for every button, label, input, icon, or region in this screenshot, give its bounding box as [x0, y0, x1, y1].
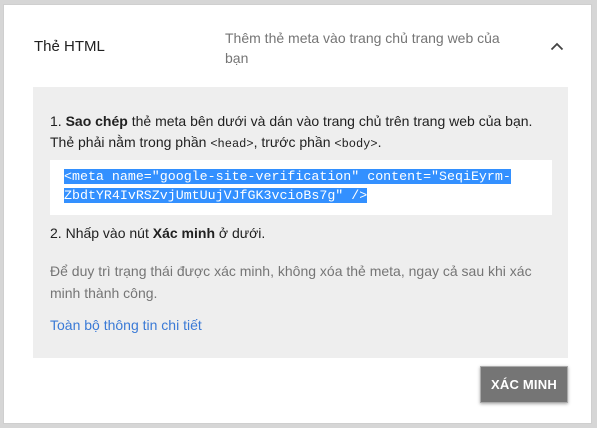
step-2-number: 2.: [50, 225, 62, 241]
method-description: Thêm thẻ meta vào trang chủ trang web củ…: [225, 30, 500, 66]
verify-button[interactable]: XÁC MINH: [480, 366, 568, 403]
step-1-text-b: , trước phần: [253, 134, 335, 150]
step-2-text-a: Nhấp vào nút: [61, 225, 153, 241]
step-1-bold: Sao chép: [65, 113, 128, 129]
meta-tag-line-2: ZbdtYR4IvRSZvjUmtUujVJfGK3vcioBs7g" />: [64, 188, 368, 203]
meta-tag-code-box[interactable]: <meta name="google-site-verification" co…: [50, 160, 552, 215]
collapse-button[interactable]: [546, 35, 568, 57]
meta-tag-code[interactable]: <meta name="google-site-verification" co…: [64, 167, 546, 205]
step-2-text-b: ở dưới.: [215, 225, 266, 241]
method-header[interactable]: Thẻ HTML Thêm thẻ meta vào trang chủ tra…: [4, 5, 591, 87]
instructions-panel: 1. Sao chép thẻ meta bên dưới và dán vào…: [33, 87, 568, 358]
step-2-instruction: 2. Nhấp vào nút Xác minh ở dưới.: [50, 225, 265, 241]
verification-note: Để duy trì trạng thái được xác minh, khô…: [50, 263, 532, 301]
meta-tag-line-1: <meta name="google-site-verification" co…: [64, 169, 511, 184]
step-2-bold: Xác minh: [152, 225, 215, 241]
body-tag: <body>: [334, 137, 378, 151]
verification-method-card: Thẻ HTML Thêm thẻ meta vào trang chủ tra…: [3, 4, 592, 424]
method-title: Thẻ HTML: [34, 38, 105, 55]
chevron-up-icon: [550, 42, 564, 50]
step-1-number: 1.: [50, 113, 62, 129]
head-tag: <head>: [210, 137, 254, 151]
step-1-text-c: .: [377, 134, 382, 150]
step-1-instruction: 1. Sao chép thẻ meta bên dưới và dán vào…: [50, 111, 555, 155]
full-details-link[interactable]: Toàn bộ thông tin chi tiết: [50, 317, 202, 333]
